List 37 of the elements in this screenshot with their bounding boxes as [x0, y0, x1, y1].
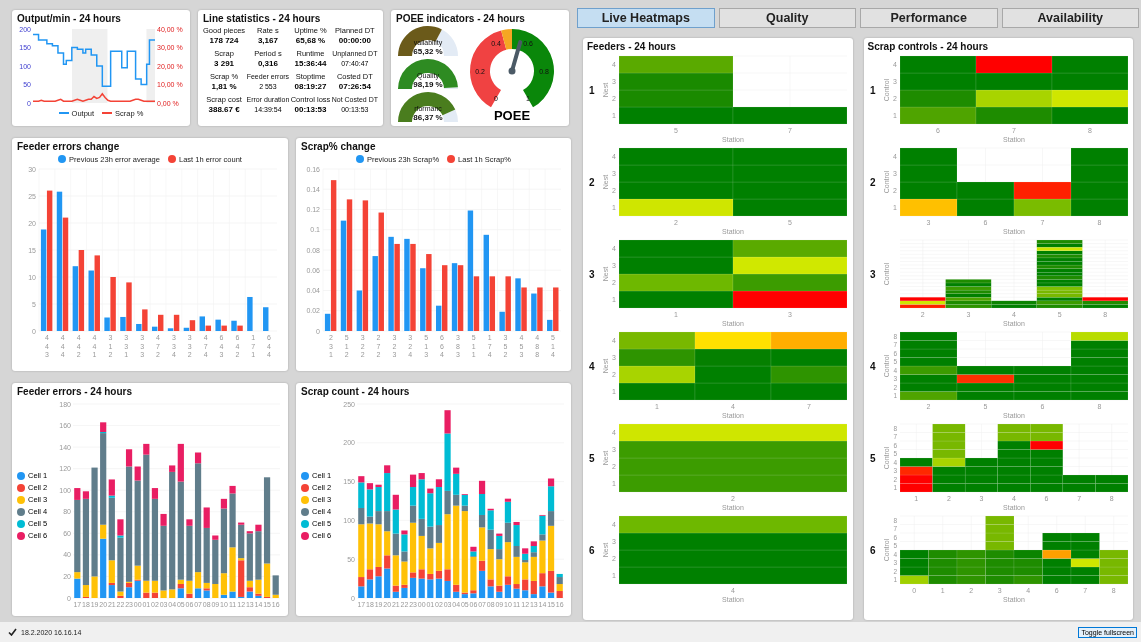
card-title: Feeder errors - 24 hours [17, 386, 134, 398]
stat-value: 0,316 [257, 59, 278, 69]
stat-value: 178 724 [209, 36, 239, 46]
stat-value: 00:00:00 [338, 36, 371, 46]
heatmap-label: 1 [869, 85, 876, 96]
card-title: Feeder errors change [17, 141, 121, 153]
heatmap-label: 2 [589, 177, 595, 188]
stat-value: 388.67 € [208, 105, 240, 115]
stat-value: 08:19:27 [294, 82, 327, 92]
heatmap-label: 4 [589, 361, 595, 372]
gauge-value: 65,32 % [413, 47, 443, 56]
card-title: Scrap count - 24 hours [301, 386, 411, 398]
heatmap-label: 6 [589, 545, 595, 556]
panel-title: Feeders - 24 hours [587, 41, 677, 53]
stat-value: 3 291 [214, 59, 235, 69]
heatmap-label: 3 [869, 269, 876, 280]
stat-value: 1,81 % [211, 82, 237, 92]
stat-value: 3,167 [257, 36, 278, 46]
card-title: Output/min - 24 hours [17, 13, 122, 25]
card-title: Line statistics - 24 hours [203, 13, 322, 25]
heatmap-label: 5 [589, 453, 595, 464]
panel-title: Scrap controls - 24 hours [867, 41, 990, 53]
gauge-value: 98,19 % [413, 80, 443, 89]
heatmap-label: 4 [869, 361, 876, 372]
stat-value: 00:13:53 [294, 105, 327, 115]
heatmap-label: 6 [869, 545, 876, 556]
heatmap-label: 1 [589, 85, 595, 96]
dial-title: POEE [493, 109, 531, 123]
heatmap-label: 3 [589, 269, 595, 280]
stat-value: 65,68 % [295, 36, 326, 46]
card-title: POEE indicators - 24 hours [396, 13, 526, 25]
heatmap-label: 5 [869, 453, 876, 464]
heatmap-label: 2 [869, 177, 876, 188]
stat-value: 07:26:54 [338, 82, 371, 92]
gauge-value: 86,37 % [413, 113, 443, 122]
card-title: Scrap% change [301, 141, 377, 153]
stat-value: 15:36:44 [294, 59, 327, 69]
